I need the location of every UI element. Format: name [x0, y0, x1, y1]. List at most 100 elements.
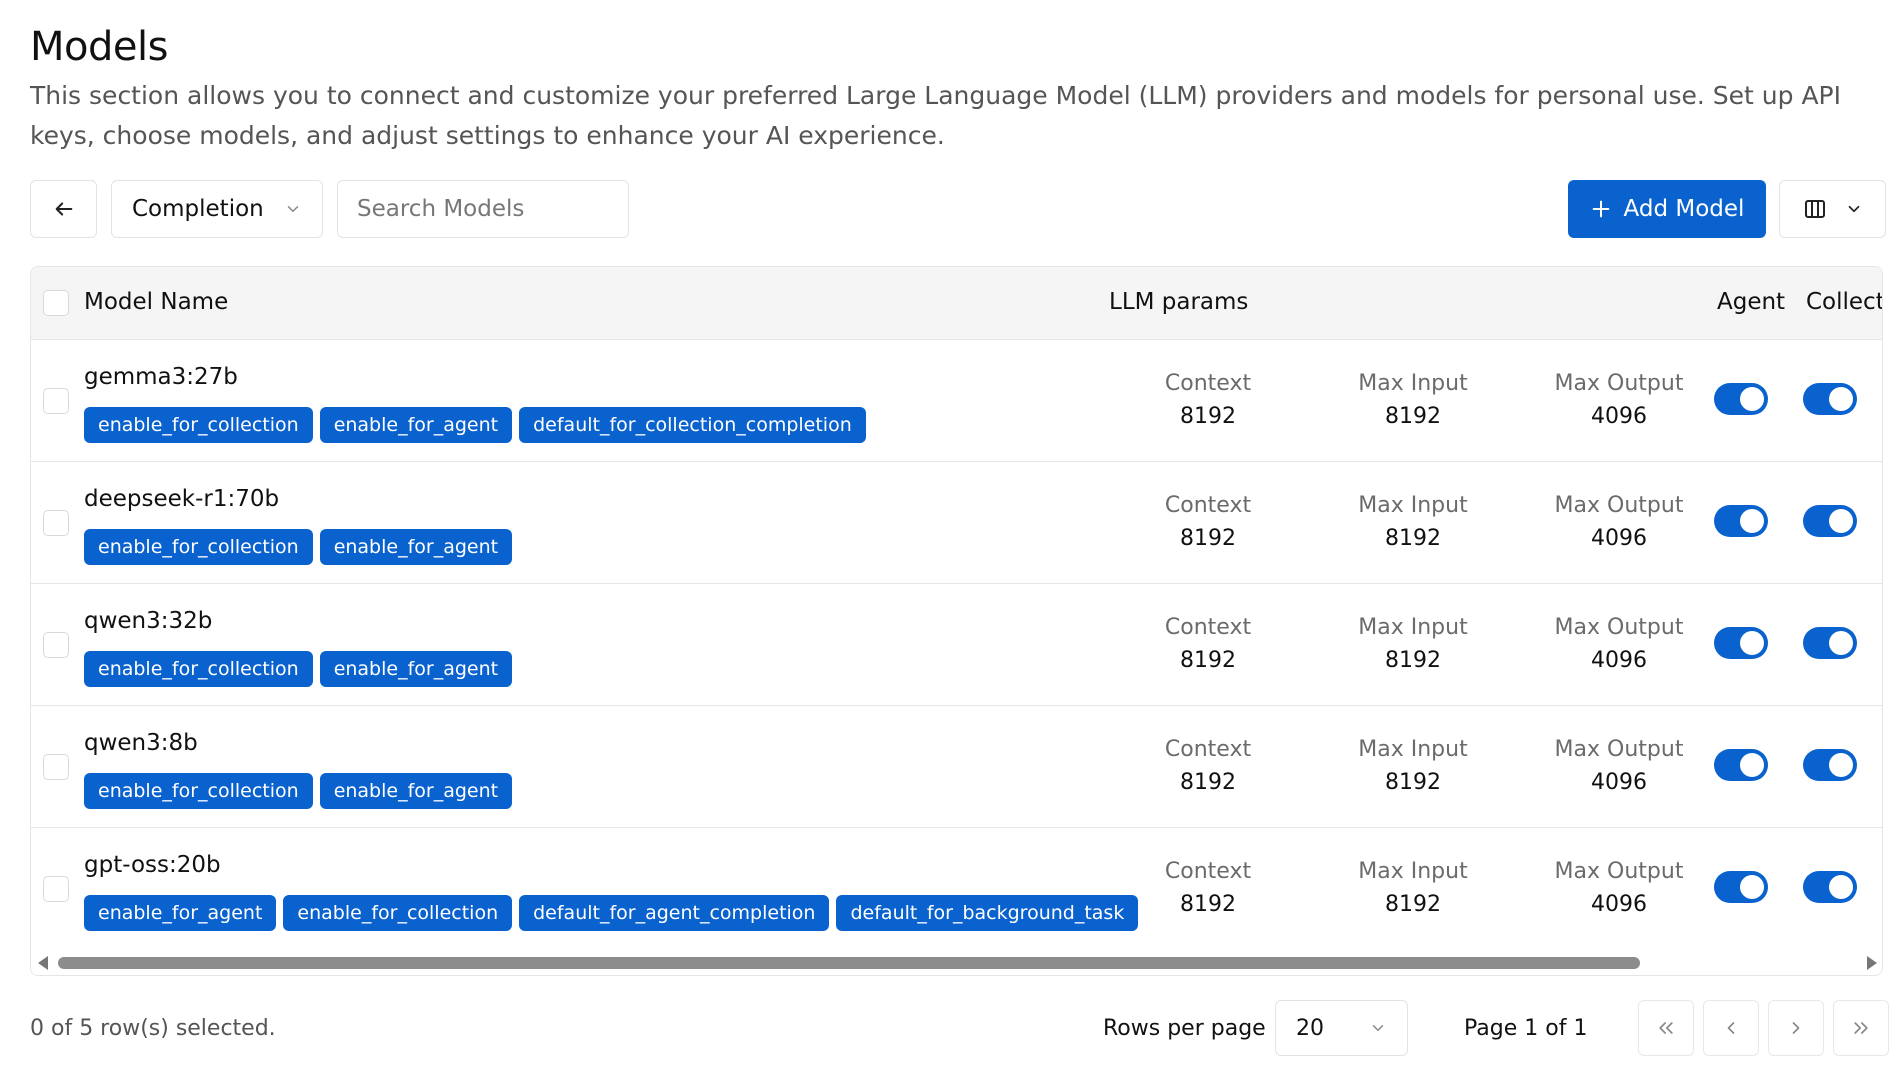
param-label: Max Input: [1358, 737, 1468, 762]
rows-per-page-select[interactable]: 20: [1275, 1000, 1408, 1056]
select-all-checkbox[interactable]: [43, 290, 69, 316]
column-header-model-name[interactable]: Model Name: [84, 289, 228, 315]
search-input[interactable]: [337, 180, 629, 238]
param-value: 4096: [1591, 770, 1647, 795]
param-max-input: Max Input 8192: [1333, 492, 1493, 554]
model-tag: default_for_agent_completion: [519, 895, 830, 931]
chevron-right-icon: [1792, 1022, 1800, 1034]
column-header-llm-params[interactable]: LLM params: [1109, 289, 1248, 315]
horizontal-scrollbar[interactable]: [31, 949, 1882, 975]
param-label: Context: [1164, 859, 1252, 884]
model-tag: enable_for_agent: [84, 895, 277, 931]
param-value: 4096: [1591, 648, 1647, 673]
agent-toggle[interactable]: [1714, 383, 1768, 415]
param-max-input: Max Input 8192: [1333, 614, 1493, 676]
row-checkbox[interactable]: [43, 388, 69, 414]
param-context: Context 8192: [1128, 858, 1288, 920]
column-header-collection[interactable]: Collectic: [1806, 289, 1882, 315]
table-row[interactable]: deepseek-r1:70b enable_for_collection enab…: [31, 462, 1882, 584]
next-page-button[interactable]: [1768, 1000, 1824, 1056]
param-label: Context: [1164, 371, 1252, 396]
agent-toggle[interactable]: [1714, 627, 1768, 659]
model-name: qwen3:8b: [84, 730, 198, 756]
param-label: Max Output: [1554, 493, 1684, 518]
model-name: gpt-oss:20b: [84, 852, 221, 878]
model-tag: enable_for_collection: [283, 895, 513, 931]
row-checkbox[interactable]: [43, 876, 69, 902]
model-tags: enable_for_collection enable_for_agent: [84, 773, 513, 809]
agent-toggle[interactable]: [1714, 749, 1768, 781]
agent-toggle[interactable]: [1714, 871, 1768, 903]
columns-toggle-button[interactable]: [1779, 180, 1886, 238]
param-label: Max Output: [1554, 615, 1684, 640]
scroll-left-arrow-icon[interactable]: [38, 956, 48, 970]
rows-per-page-label: Rows per page: [1103, 1016, 1266, 1041]
param-value: 4096: [1591, 892, 1647, 917]
agent-toggle[interactable]: [1714, 505, 1768, 537]
page-description: This section allows you to connect and c…: [30, 81, 1842, 150]
param-label: Context: [1164, 493, 1252, 518]
columns-icon: [1804, 200, 1825, 218]
column-header-agent[interactable]: Agent: [1717, 289, 1785, 315]
param-value: 8192: [1180, 770, 1236, 795]
param-value: 8192: [1180, 892, 1236, 917]
collection-toggle[interactable]: [1803, 505, 1857, 537]
selection-count: 0 of 5 row(s) selected.: [30, 1016, 276, 1041]
row-checkbox[interactable]: [43, 632, 69, 658]
model-name: gemma3:27b: [84, 364, 238, 390]
param-max-output: Max Output 4096: [1539, 736, 1699, 798]
param-value: 4096: [1591, 526, 1647, 551]
previous-page-button[interactable]: [1703, 1000, 1759, 1056]
table-row[interactable]: gpt-oss:20b enable_for_agent enable_for_co…: [31, 828, 1882, 950]
model-tag: default_for_collection_completion: [519, 407, 866, 443]
param-max-output: Max Output 4096: [1539, 370, 1699, 432]
last-page-button[interactable]: [1833, 1000, 1889, 1056]
toolbar: Completion Add Model: [30, 180, 1886, 238]
model-tag: enable_for_agent: [319, 529, 513, 565]
param-value: 8192: [1385, 770, 1441, 795]
page-info: Page 1 of 1: [1464, 1016, 1588, 1041]
add-model-button[interactable]: Add Model: [1568, 180, 1766, 238]
plus-icon: [1592, 200, 1609, 218]
param-value: 8192: [1180, 526, 1236, 551]
param-max-input: Max Input 8192: [1333, 736, 1493, 798]
scroll-thumb[interactable]: [58, 957, 1640, 969]
param-value: 8192: [1385, 526, 1441, 551]
row-checkbox[interactable]: [43, 754, 69, 780]
param-max-input: Max Input 8192: [1333, 858, 1493, 920]
first-page-button[interactable]: [1638, 1000, 1694, 1056]
param-max-output: Max Output 4096: [1539, 614, 1699, 676]
model-tag: enable_for_collection: [84, 773, 313, 809]
rows-per-page-value: 20: [1296, 1015, 1324, 1041]
param-max-output: Max Output 4096: [1539, 492, 1699, 554]
param-context: Context 8192: [1128, 736, 1288, 798]
param-context: Context 8192: [1128, 614, 1288, 676]
arrow-left-icon: [55, 202, 72, 216]
collection-toggle[interactable]: [1803, 627, 1857, 659]
chevron-down-icon: [287, 206, 299, 212]
param-label: Context: [1164, 615, 1252, 640]
collection-toggle[interactable]: [1803, 383, 1857, 415]
collection-toggle[interactable]: [1803, 871, 1857, 903]
model-type-value: Completion: [132, 196, 264, 222]
param-max-input: Max Input 8192: [1333, 370, 1493, 432]
scroll-right-arrow-icon[interactable]: [1867, 956, 1877, 970]
page-title: Models: [30, 24, 168, 70]
table-row[interactable]: qwen3:32b enable_for_collection enable_for…: [31, 584, 1882, 706]
model-type-select[interactable]: Completion: [111, 180, 323, 238]
model-tags: enable_for_collection enable_for_agent: [84, 529, 513, 565]
back-button[interactable]: [30, 180, 97, 238]
chevron-down-icon: [1372, 1025, 1384, 1031]
models-table: Model Name LLM params Agent Collectic ge…: [30, 266, 1883, 976]
param-context: Context 8192: [1128, 492, 1288, 554]
param-value: 4096: [1591, 404, 1647, 429]
param-label: Max Input: [1358, 859, 1468, 884]
param-value: 8192: [1385, 648, 1441, 673]
collection-toggle[interactable]: [1803, 749, 1857, 781]
table-row[interactable]: qwen3:8b enable_for_collection enable_for_…: [31, 706, 1882, 828]
model-tag: enable_for_agent: [319, 651, 513, 687]
param-label: Max Input: [1358, 371, 1468, 396]
table-row[interactable]: gemma3:27b enable_for_collection enable_fo…: [31, 340, 1882, 462]
param-value: 8192: [1385, 892, 1441, 917]
row-checkbox[interactable]: [43, 510, 69, 536]
